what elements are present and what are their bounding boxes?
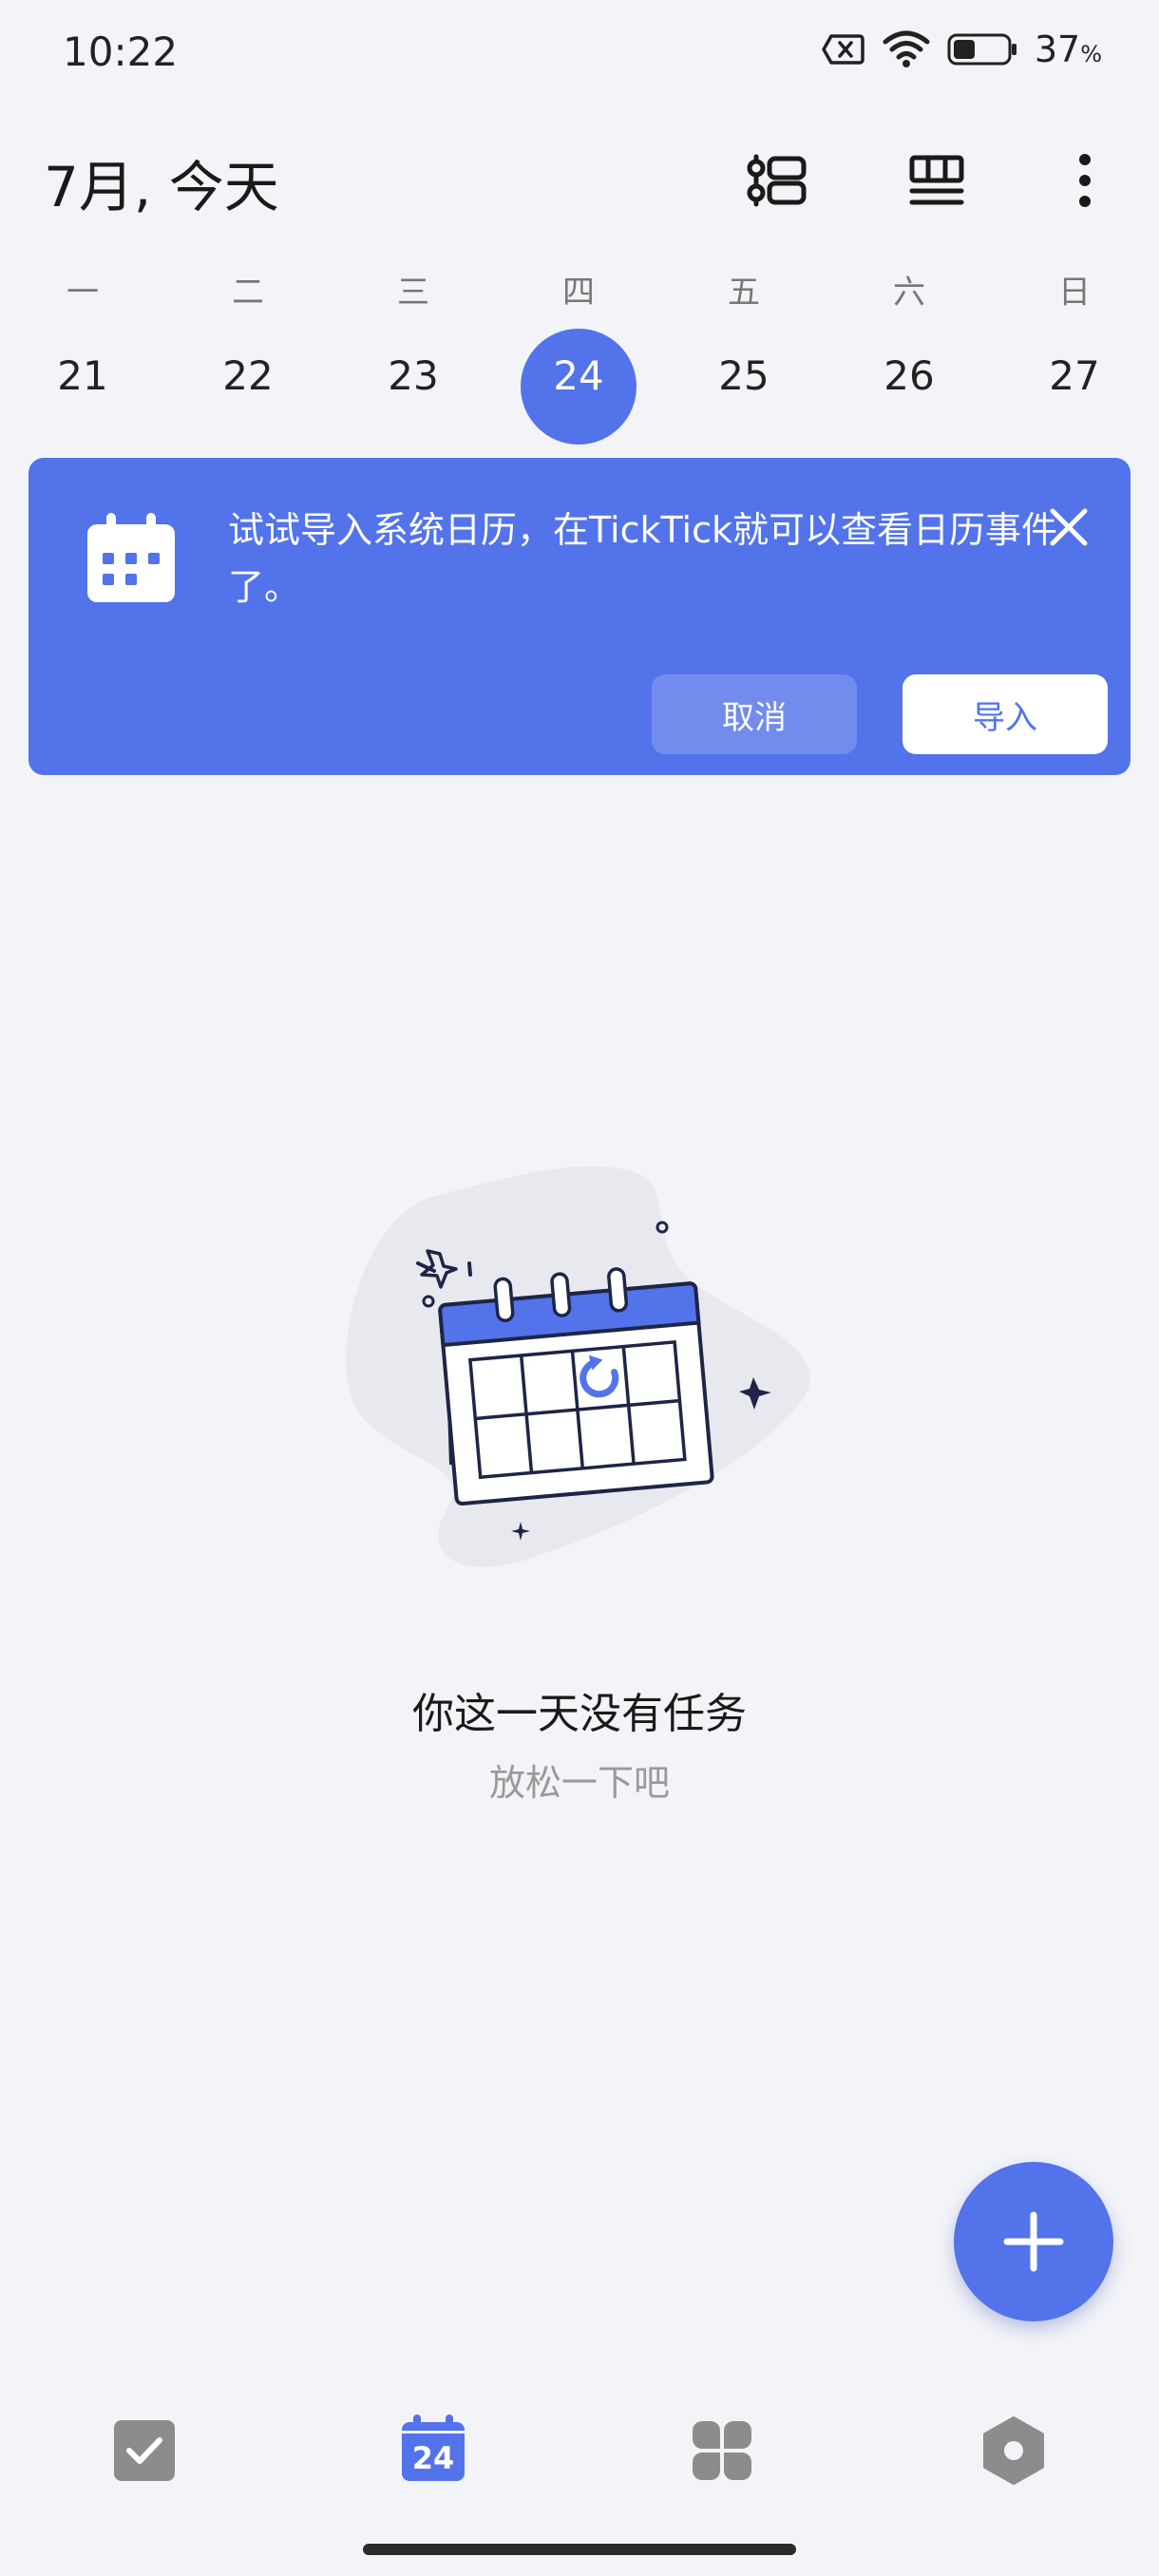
weekday-label: 三	[397, 274, 429, 312]
weekday-label: 六	[893, 274, 925, 312]
more-options-button[interactable]	[1049, 144, 1121, 217]
date-number: 25	[718, 352, 770, 399]
plus-icon	[1003, 2211, 1064, 2272]
cancel-button[interactable]: 取消	[652, 674, 857, 754]
date-number-selected: 24	[553, 352, 604, 399]
status-time: 10:22	[63, 28, 179, 75]
more-vertical-icon	[1079, 154, 1091, 207]
calendar-view-button[interactable]	[901, 144, 973, 217]
day-column-sun[interactable]: 日 27	[1017, 266, 1131, 399]
bottom-navigation: 24	[0, 2375, 1159, 2527]
calendar-date-badge: 24	[411, 2440, 455, 2476]
weekday-label: 四	[562, 274, 595, 312]
calendar-icon	[87, 513, 175, 602]
empty-state-title: 你这一天没有任务	[412, 1690, 747, 1738]
add-task-button[interactable]	[954, 2162, 1113, 2321]
nav-settings[interactable]	[976, 2413, 1052, 2489]
day-column-fri[interactable]: 五 25	[687, 266, 801, 399]
day-column-sat[interactable]: 六 26	[852, 266, 966, 399]
settings-hexagon-icon	[983, 2416, 1044, 2485]
page-title: 7月, 今天	[44, 155, 279, 219]
close-icon	[1050, 508, 1088, 546]
day-column-wed[interactable]: 三 23	[356, 266, 470, 399]
timeline-view-icon	[747, 154, 807, 207]
date-number: 22	[222, 352, 274, 399]
weekday-label: 一	[66, 274, 99, 312]
apps-grid-icon	[693, 2421, 751, 2480]
weekday-label: 五	[728, 274, 760, 312]
nav-apps[interactable]	[684, 2413, 760, 2489]
day-column-thu[interactable]: 四 24	[522, 266, 636, 399]
date-number: 26	[884, 352, 935, 399]
empty-state-subtitle: 放松一下吧	[488, 1762, 670, 1804]
nav-calendar[interactable]: 24	[395, 2413, 471, 2489]
weekday-label: 二	[232, 274, 264, 312]
import-button[interactable]: 导入	[902, 674, 1108, 754]
day-column-mon[interactable]: 一 21	[26, 266, 140, 399]
header: 7月, 今天	[0, 133, 1159, 228]
date-number: 27	[1049, 352, 1100, 399]
banner-message: 试试导入系统日历，在TickTick就可以查看日历事件了。	[228, 509, 1058, 608]
calendar-view-icon	[909, 155, 964, 205]
home-indicator	[363, 2544, 796, 2555]
day-column-tue[interactable]: 二 22	[191, 266, 305, 399]
import-calendar-banner: 试试导入系统日历，在TickTick就可以查看日历事件了。 取消 导入	[28, 458, 1130, 775]
timeline-view-button[interactable]	[741, 144, 813, 217]
nav-tasks[interactable]	[106, 2413, 182, 2489]
no-sim-icon	[822, 34, 864, 65]
weekday-label: 日	[1058, 274, 1091, 312]
status-bar: 10:22 37%	[0, 0, 1159, 104]
battery-percentage: 37%	[1034, 28, 1102, 70]
banner-close-button[interactable]	[1045, 503, 1092, 551]
status-icons: 37%	[822, 28, 1102, 70]
wifi-icon	[883, 30, 930, 67]
date-number: 21	[57, 352, 108, 399]
tasks-icon	[114, 2420, 175, 2481]
battery-icon	[947, 33, 1016, 66]
empty-state-illustration	[346, 1165, 810, 1567]
date-number: 23	[388, 352, 439, 399]
